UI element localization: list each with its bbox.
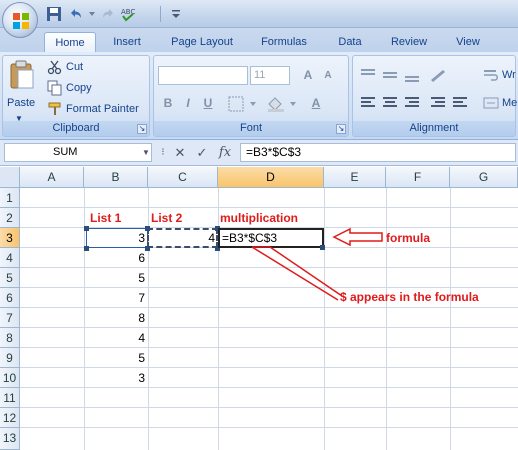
enter-entry-button[interactable]: ✓: [194, 144, 210, 162]
merge-center-label: Me: [502, 97, 518, 109]
name-box-value: SUM: [53, 146, 78, 158]
borders-icon[interactable]: [228, 96, 262, 112]
merge-center-icon: [483, 97, 499, 109]
copy-icon: [47, 80, 62, 96]
horizontal-align-icons[interactable]: [359, 94, 479, 112]
undo-dropdown-icon[interactable]: [84, 6, 100, 22]
clipboard-launcher-icon[interactable]: ↘: [137, 124, 147, 134]
wrap-text-icon: [484, 70, 498, 81]
name-box-dropdown-icon[interactable]: ▼: [140, 144, 152, 162]
tab-insert[interactable]: Insert: [104, 32, 150, 52]
shrink-font-button[interactable]: A: [318, 66, 338, 85]
font-launcher-icon[interactable]: ↘: [336, 124, 346, 134]
annotation-arrows: [251, 227, 383, 301]
cut-label: Cut: [66, 61, 84, 73]
dollar-arrow-line: [251, 246, 339, 301]
paste-icon[interactable]: [9, 60, 35, 90]
formula-input[interactable]: =B3*$C$3: [240, 143, 516, 162]
bold-button[interactable]: B: [158, 94, 178, 113]
fill-color-icon[interactable]: [266, 96, 302, 112]
save-icon[interactable]: [46, 6, 62, 22]
ribbon: Paste ▼ Cut Copy Format Painter Clipboar…: [0, 52, 518, 140]
font-color-button[interactable]: A: [306, 94, 326, 113]
tab-data[interactable]: Data: [328, 32, 372, 52]
wrap-text-label: Wr: [502, 69, 516, 81]
office-logo-icon: [13, 13, 29, 29]
vertical-align-icons[interactable]: [359, 66, 479, 84]
underline-button[interactable]: U: [198, 94, 218, 113]
cut-button[interactable]: Cut: [47, 58, 83, 76]
clipboard-group: Paste ▼ Cut Copy Format Painter Clipboar…: [2, 55, 150, 137]
scissors-icon: [47, 60, 62, 75]
format-painter-label: Format Painter: [66, 103, 139, 115]
cancel-entry-button[interactable]: ✕: [172, 144, 188, 162]
name-box[interactable]: SUM: [4, 143, 152, 162]
font-group-label: Font: [154, 121, 348, 136]
dollar-annotation: $ appears in the formula: [340, 290, 479, 304]
redo-icon[interactable]: [100, 6, 116, 22]
office-button[interactable]: [2, 2, 38, 38]
wrap-text-button[interactable]: Wr: [483, 66, 516, 84]
undo-icon[interactable]: [68, 6, 84, 22]
alignment-group-label: Alignment: [353, 121, 515, 136]
copy-label: Copy: [66, 82, 92, 94]
dollar-arrow-line: [269, 246, 343, 297]
merge-center-button[interactable]: Me: [483, 94, 517, 112]
customize-qat-icon[interactable]: [168, 6, 184, 22]
copy-button[interactable]: Copy: [47, 79, 92, 97]
font-size-dropdown[interactable]: 11: [250, 66, 290, 85]
format-painter-icon: [48, 102, 61, 116]
tab-formulas[interactable]: Formulas: [252, 32, 316, 52]
tab-page-layout[interactable]: Page Layout: [162, 32, 242, 52]
alignment-group: Wr Me Alignment: [352, 55, 517, 137]
formula-bar-grip-icon: ⁝: [161, 147, 165, 158]
grow-font-button[interactable]: A: [298, 66, 318, 85]
formula-annotation: formula: [386, 231, 431, 245]
format-painter-button[interactable]: Format Painter: [47, 100, 139, 118]
title-bar: ABC: [0, 0, 518, 38]
ribbon-tab-bar: Home Insert Page Layout Formulas Data Re…: [0, 28, 518, 52]
font-group: 11 A A B I U A Font ↘: [153, 55, 349, 137]
font-name-dropdown[interactable]: [158, 66, 248, 85]
qat-separator: [160, 6, 161, 22]
tab-home[interactable]: Home: [44, 32, 96, 52]
formula-arrow-icon: [332, 227, 383, 247]
tab-view[interactable]: View: [446, 32, 490, 52]
insert-function-button[interactable]: fx: [216, 144, 234, 162]
spreadsheet-grid: A B C D E F G 1 2 3 4 5 6 7 8 9 10 11 12…: [0, 167, 518, 450]
formula-bar: SUM ▼ ⁝ ✕ ✓ fx =B3*$C$3: [0, 140, 518, 166]
italic-button[interactable]: I: [178, 94, 198, 113]
tab-review[interactable]: Review: [382, 32, 436, 52]
clipboard-group-label: Clipboard: [3, 121, 149, 136]
spellcheck-icon[interactable]: ABC: [120, 6, 136, 22]
